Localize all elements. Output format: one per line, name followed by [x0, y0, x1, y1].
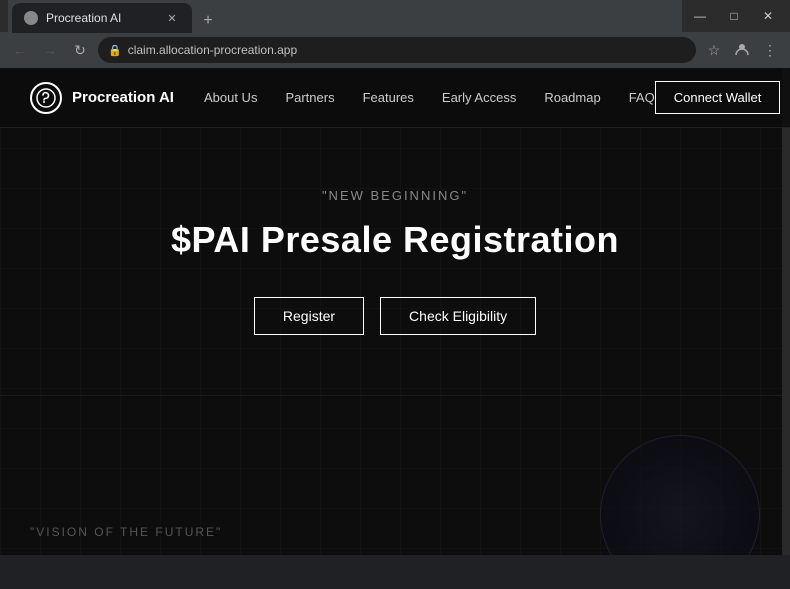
forward-button[interactable]: →: [38, 38, 62, 62]
bottom-section: "VISION OF THE FUTURE": [0, 395, 790, 555]
new-tab-button[interactable]: +: [196, 9, 220, 33]
vision-text: "VISION OF THE FUTURE": [30, 525, 222, 539]
toolbar-icons: ☆ ⋮: [702, 38, 782, 62]
website-content: Procreation AI About Us Partners Feature…: [0, 68, 790, 555]
connect-wallet-button[interactable]: Connect Wallet: [655, 81, 781, 114]
address-bar-row: ← → ↻ 🔒 claim.allocation-procreation.app…: [0, 32, 790, 68]
nav-faq[interactable]: FAQ: [629, 90, 655, 105]
close-window-button[interactable]: ✕: [754, 7, 782, 25]
menu-icon[interactable]: ⋮: [758, 38, 782, 62]
nav-about[interactable]: About Us: [204, 90, 257, 105]
bookmark-icon[interactable]: ☆: [702, 38, 726, 62]
logo-area[interactable]: Procreation AI: [30, 82, 174, 114]
nav-links: About Us Partners Features Early Access …: [204, 90, 655, 105]
hero-subtitle: "NEW BEGINNING": [322, 188, 468, 203]
logo-icon: [30, 82, 62, 114]
address-text: claim.allocation-procreation.app: [128, 43, 686, 57]
window-controls: — □ ✕: [686, 7, 782, 25]
nav-roadmap[interactable]: Roadmap: [544, 90, 600, 105]
back-button[interactable]: ←: [8, 38, 32, 62]
tab-close-button[interactable]: ✕: [164, 10, 180, 26]
tab-bar: Procreation AI ✕ +: [8, 0, 682, 33]
navbar: Procreation AI About Us Partners Feature…: [0, 68, 790, 128]
nav-early-access[interactable]: Early Access: [442, 90, 516, 105]
circle-decoration: [600, 435, 760, 555]
check-eligibility-button[interactable]: Check Eligibility: [380, 297, 536, 335]
nav-partners[interactable]: Partners: [285, 90, 334, 105]
profile-icon[interactable]: [730, 38, 754, 62]
hero-section: "NEW BEGINNING" $PAI Presale Registratio…: [0, 128, 790, 375]
nav-features[interactable]: Features: [363, 90, 414, 105]
register-button[interactable]: Register: [254, 297, 364, 335]
refresh-button[interactable]: ↻: [68, 38, 92, 62]
hero-buttons: Register Check Eligibility: [254, 297, 536, 335]
active-tab[interactable]: Procreation AI ✕: [12, 3, 192, 33]
title-bar: Procreation AI ✕ + — □ ✕: [0, 0, 790, 32]
address-bar[interactable]: 🔒 claim.allocation-procreation.app: [98, 37, 696, 63]
minimize-button[interactable]: —: [686, 7, 714, 25]
tab-favicon: [24, 11, 38, 25]
maximize-button[interactable]: □: [720, 7, 748, 25]
brand-name: Procreation AI: [72, 89, 174, 106]
lock-icon: 🔒: [108, 44, 122, 57]
tab-title: Procreation AI: [46, 11, 156, 25]
hero-title: $PAI Presale Registration: [171, 219, 619, 261]
